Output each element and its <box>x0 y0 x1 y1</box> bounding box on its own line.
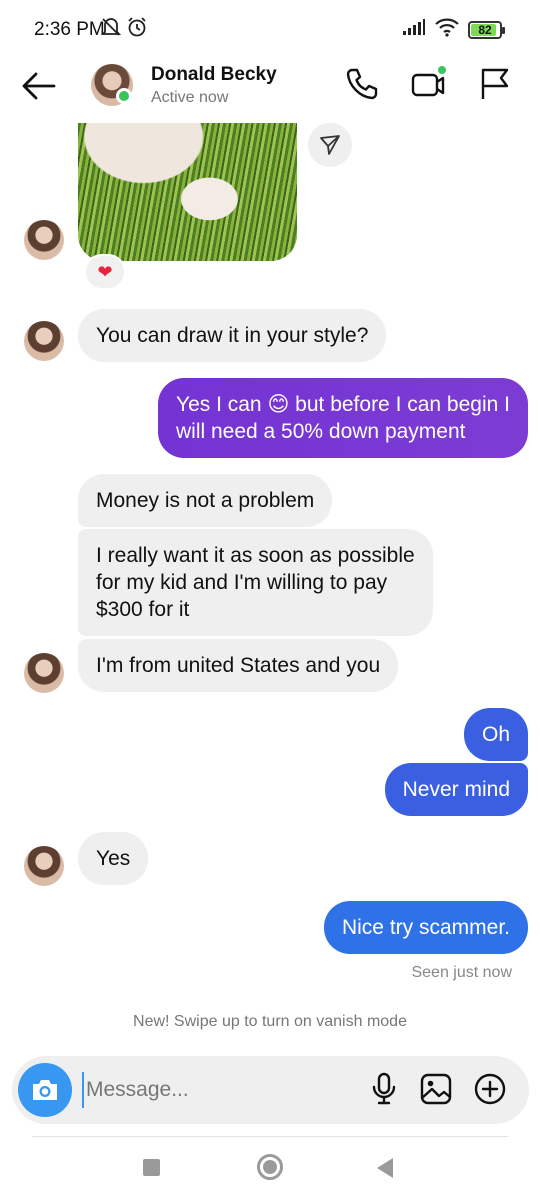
gallery-icon <box>420 1073 452 1105</box>
back-icon[interactable] <box>377 1158 393 1178</box>
message-text: Money is not a problem <box>96 489 315 512</box>
report-button[interactable] <box>476 66 512 102</box>
status-time: 2:36 PM <box>34 19 105 40</box>
gallery-button[interactable] <box>419 1072 453 1111</box>
mute-icon <box>100 16 122 43</box>
video-call-button[interactable] <box>410 64 448 102</box>
battery-icon: 82 <box>468 20 505 39</box>
message-text: Oh <box>481 723 510 746</box>
message-incoming[interactable]: You can draw it in your style? <box>78 309 387 362</box>
message-outgoing[interactable]: Never mind <box>384 763 528 816</box>
composer-actions <box>369 1072 507 1111</box>
status-bar: 2:36 PM 82 <box>0 0 540 56</box>
message-outgoing[interactable]: Oh <box>463 708 528 761</box>
header-actions <box>344 64 512 102</box>
wifi-icon <box>434 17 460 42</box>
message-incoming[interactable]: Yes <box>78 832 149 885</box>
message-text: I'm from united States and you <box>96 654 381 677</box>
sender-avatar[interactable] <box>24 653 64 693</box>
vanish-mode-hint[interactable]: New! Swipe up to turn on vanish mode <box>0 1013 540 1031</box>
sender-avatar[interactable] <box>24 321 64 361</box>
message-incoming[interactable]: I really want it as soon as possible for… <box>78 529 433 636</box>
phone-icon <box>346 68 378 100</box>
message-text-line: Yes I can 😊 but before I can begin I <box>175 393 510 416</box>
back-button[interactable] <box>20 68 58 104</box>
heart-icon: ❤ <box>97 261 113 282</box>
battery-level: 82 <box>478 22 492 37</box>
camera-button[interactable] <box>18 1063 72 1117</box>
message-outgoing[interactable]: Yes I can 😊 but before I can begin I wil… <box>157 378 528 458</box>
message-input[interactable] <box>82 1072 332 1108</box>
heart-reaction[interactable]: ❤ <box>84 254 126 290</box>
system-nav-bar <box>0 1140 540 1200</box>
divider <box>32 1136 508 1137</box>
message-text-line: for my kid and I'm willing to pay <box>96 571 388 594</box>
status-icons-left <box>100 16 148 43</box>
message-outgoing[interactable]: Nice try scammer. <box>323 901 528 954</box>
seen-receipt: Seen just now <box>411 964 512 981</box>
back-arrow-icon <box>22 72 56 100</box>
signal-icon <box>402 18 426 41</box>
chat-header: Donald Becky Active now <box>0 56 540 116</box>
video-active-indicator <box>436 64 448 76</box>
plus-circle-icon <box>474 1073 506 1105</box>
message-incoming[interactable]: Money is not a problem <box>78 474 333 527</box>
message-composer <box>12 1056 529 1124</box>
message-text: You can draw it in your style? <box>96 324 369 347</box>
contact-name[interactable]: Donald Becky <box>151 64 277 86</box>
message-thread[interactable]: ❤ You can draw it in your style? Yes I c… <box>0 116 540 1056</box>
message-incoming[interactable]: I'm from united States and you <box>78 639 399 692</box>
sender-avatar[interactable] <box>24 220 64 260</box>
message-text: Yes <box>96 847 131 870</box>
message-text-line: I really want it as soon as possible <box>96 544 415 567</box>
voice-message-button[interactable] <box>369 1072 399 1111</box>
message-text-line: $300 for it <box>96 598 190 621</box>
send-icon <box>320 135 340 155</box>
more-options-button[interactable] <box>473 1072 507 1111</box>
microphone-icon <box>372 1072 396 1105</box>
message-text-line: will need a 50% down payment <box>175 420 466 443</box>
sender-avatar[interactable] <box>24 846 64 886</box>
contact-status: Active now <box>151 89 229 106</box>
share-photo-button[interactable] <box>308 123 352 167</box>
flag-icon <box>481 68 509 99</box>
status-icons-right: 82 <box>402 17 505 42</box>
online-indicator <box>116 88 132 104</box>
recents-icon[interactable] <box>143 1159 160 1176</box>
home-icon[interactable] <box>257 1154 283 1180</box>
message-text: Nice try scammer. <box>341 916 510 939</box>
camera-icon <box>33 1080 57 1100</box>
shared-photo[interactable] <box>78 123 297 261</box>
call-button[interactable] <box>344 66 380 102</box>
alarm-icon <box>126 16 148 43</box>
message-text: Never mind <box>402 778 510 801</box>
